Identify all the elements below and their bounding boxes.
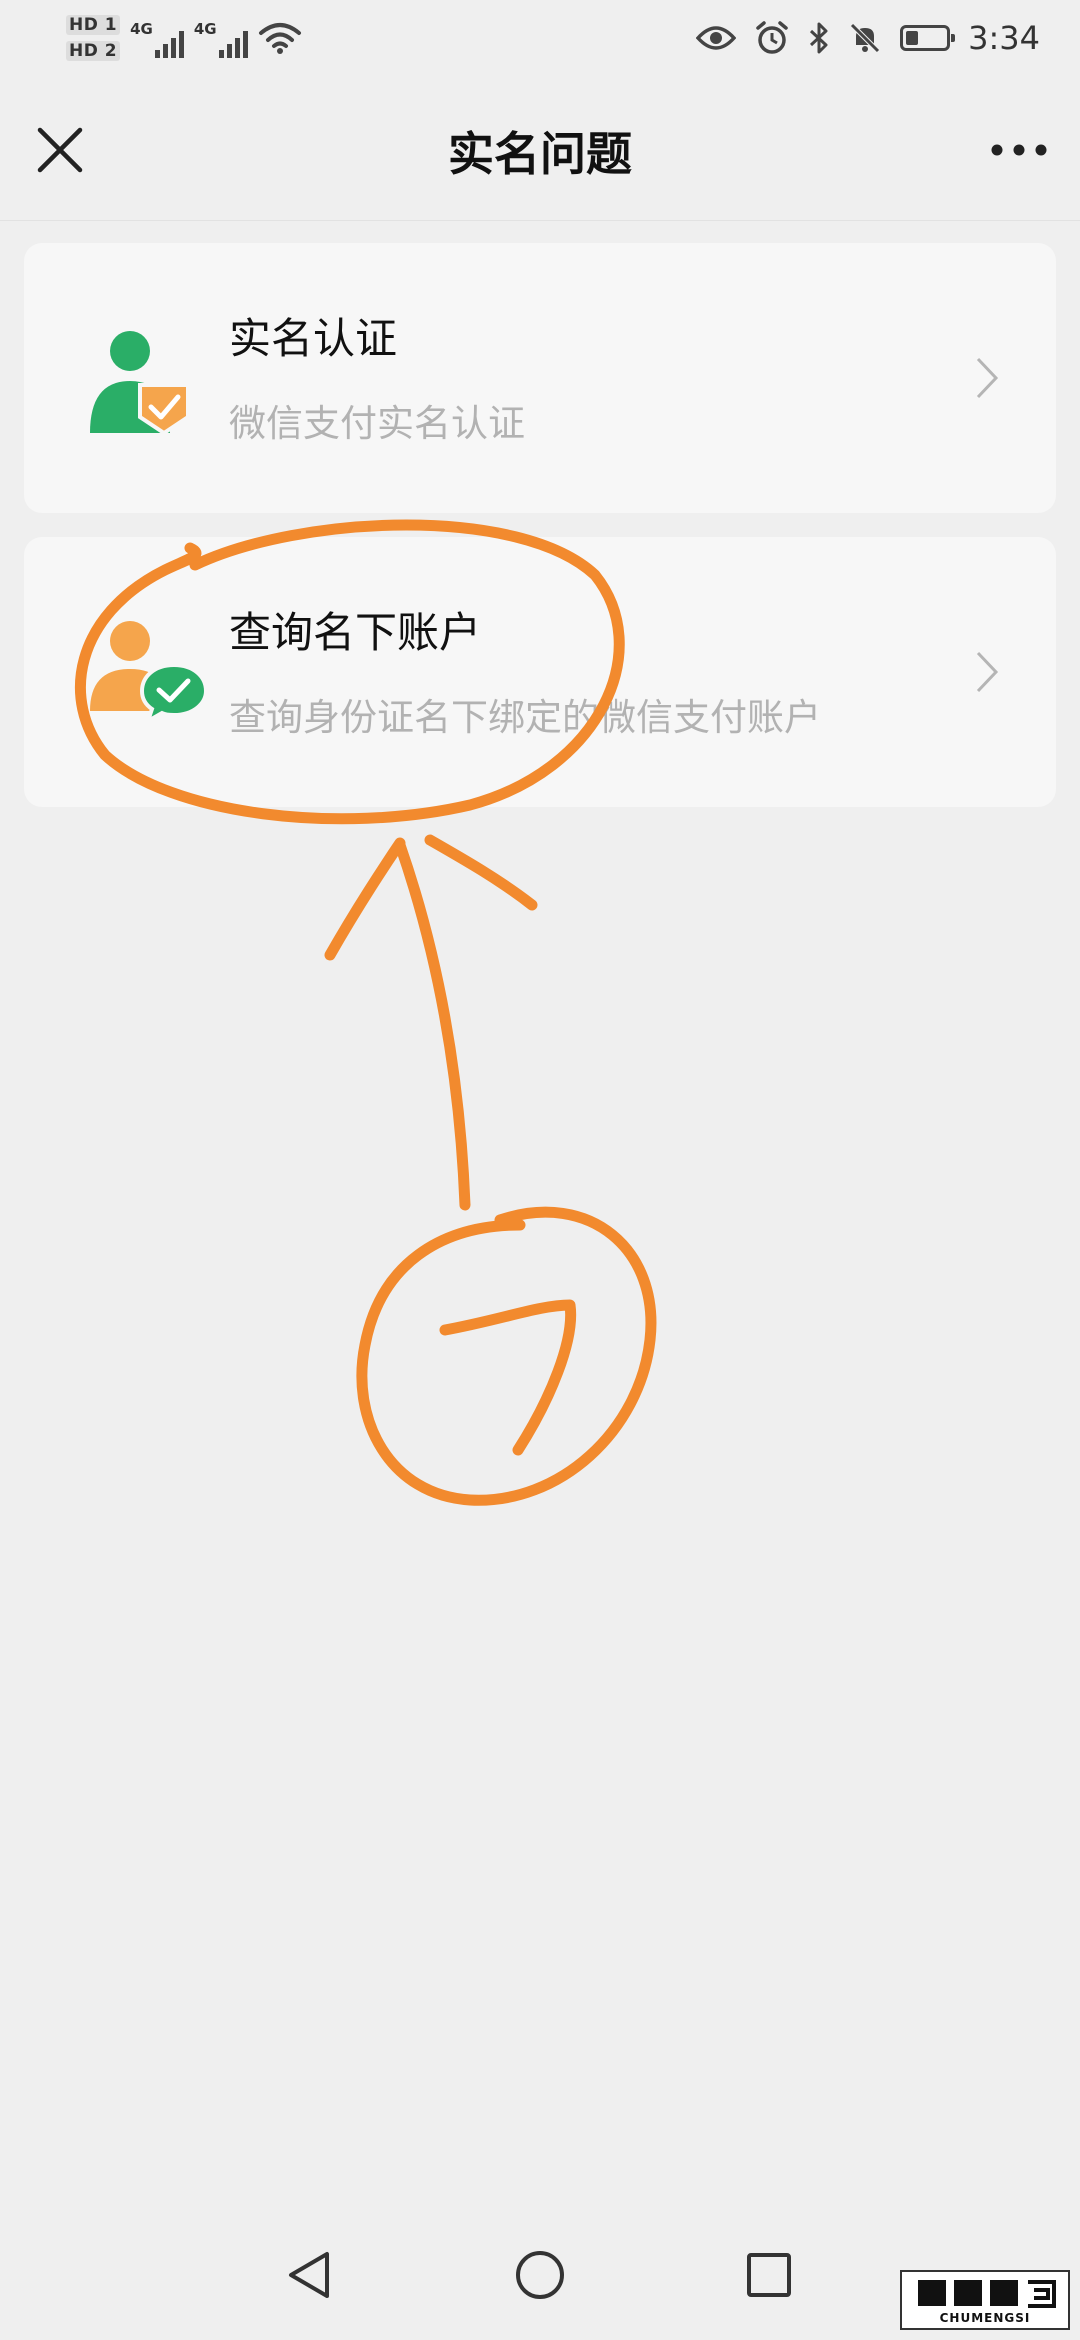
account-check-icon <box>90 621 209 726</box>
more-icon[interactable] <box>984 120 1054 180</box>
signal-bars-2 <box>218 30 248 58</box>
status-bar: HD 1 HD 2 4G 4G 3:34 <box>0 0 1080 80</box>
chevron-right-icon <box>976 651 999 693</box>
arrow-head-left <box>324 837 406 961</box>
eye-icon <box>696 26 737 50</box>
watermark-logo <box>918 2280 1056 2308</box>
network2-label: 4G <box>193 20 217 38</box>
signal-icon: 4G <box>130 18 184 58</box>
card-subtitle: 微信支付实名认证 <box>229 402 525 445</box>
signal-bars-1 <box>154 30 184 58</box>
status-bar-left: HD 1 HD 2 4G 4G <box>66 8 302 68</box>
card-subtitle: 查询身份证名下绑定的微信支付账户 <box>229 696 821 739</box>
chevron-right-icon <box>976 357 999 399</box>
back-icon[interactable] <box>265 2230 355 2320</box>
clock: 3:34 <box>968 19 1040 57</box>
status-bar-right: 3:34 <box>696 12 1040 64</box>
watermark: CHUMENGSI <box>900 2270 1070 2330</box>
sim1-label: HD 1 <box>66 15 121 35</box>
card-query-accounts[interactable]: 查询名下账户 查询身份证名下绑定的微信支付账户 <box>24 537 1056 807</box>
page-title: 实名问题 <box>448 127 632 181</box>
card-title: 实名认证 <box>229 314 398 363</box>
bluetooth-icon <box>810 22 828 54</box>
watermark-text: CHUMENGSI <box>939 2311 1031 2325</box>
wifi-icon <box>258 23 301 54</box>
alarm-icon <box>756 21 788 54</box>
title-bar: 实名问题 <box>0 80 1080 221</box>
home-icon[interactable] <box>495 2230 585 2320</box>
mute-icon <box>850 23 880 53</box>
sim-labels: HD 1 HD 2 <box>66 15 121 61</box>
verified-user-icon <box>90 331 190 435</box>
battery-icon <box>900 25 956 51</box>
arrow-shaft <box>394 839 471 1211</box>
step-number-stroke <box>439 1299 577 1456</box>
sim2-label: HD 2 <box>66 41 121 61</box>
arrow-head-right <box>424 834 538 911</box>
signal-icon-2: 4G <box>194 18 248 58</box>
network1-label: 4G <box>130 20 153 38</box>
card-real-name-verification[interactable]: 实名认证 微信支付实名认证 <box>24 243 1056 513</box>
battery-level <box>906 31 919 45</box>
recent-apps-icon[interactable] <box>724 2230 814 2320</box>
step-circle <box>356 1206 657 1506</box>
card-title: 查询名下账户 <box>229 608 482 657</box>
